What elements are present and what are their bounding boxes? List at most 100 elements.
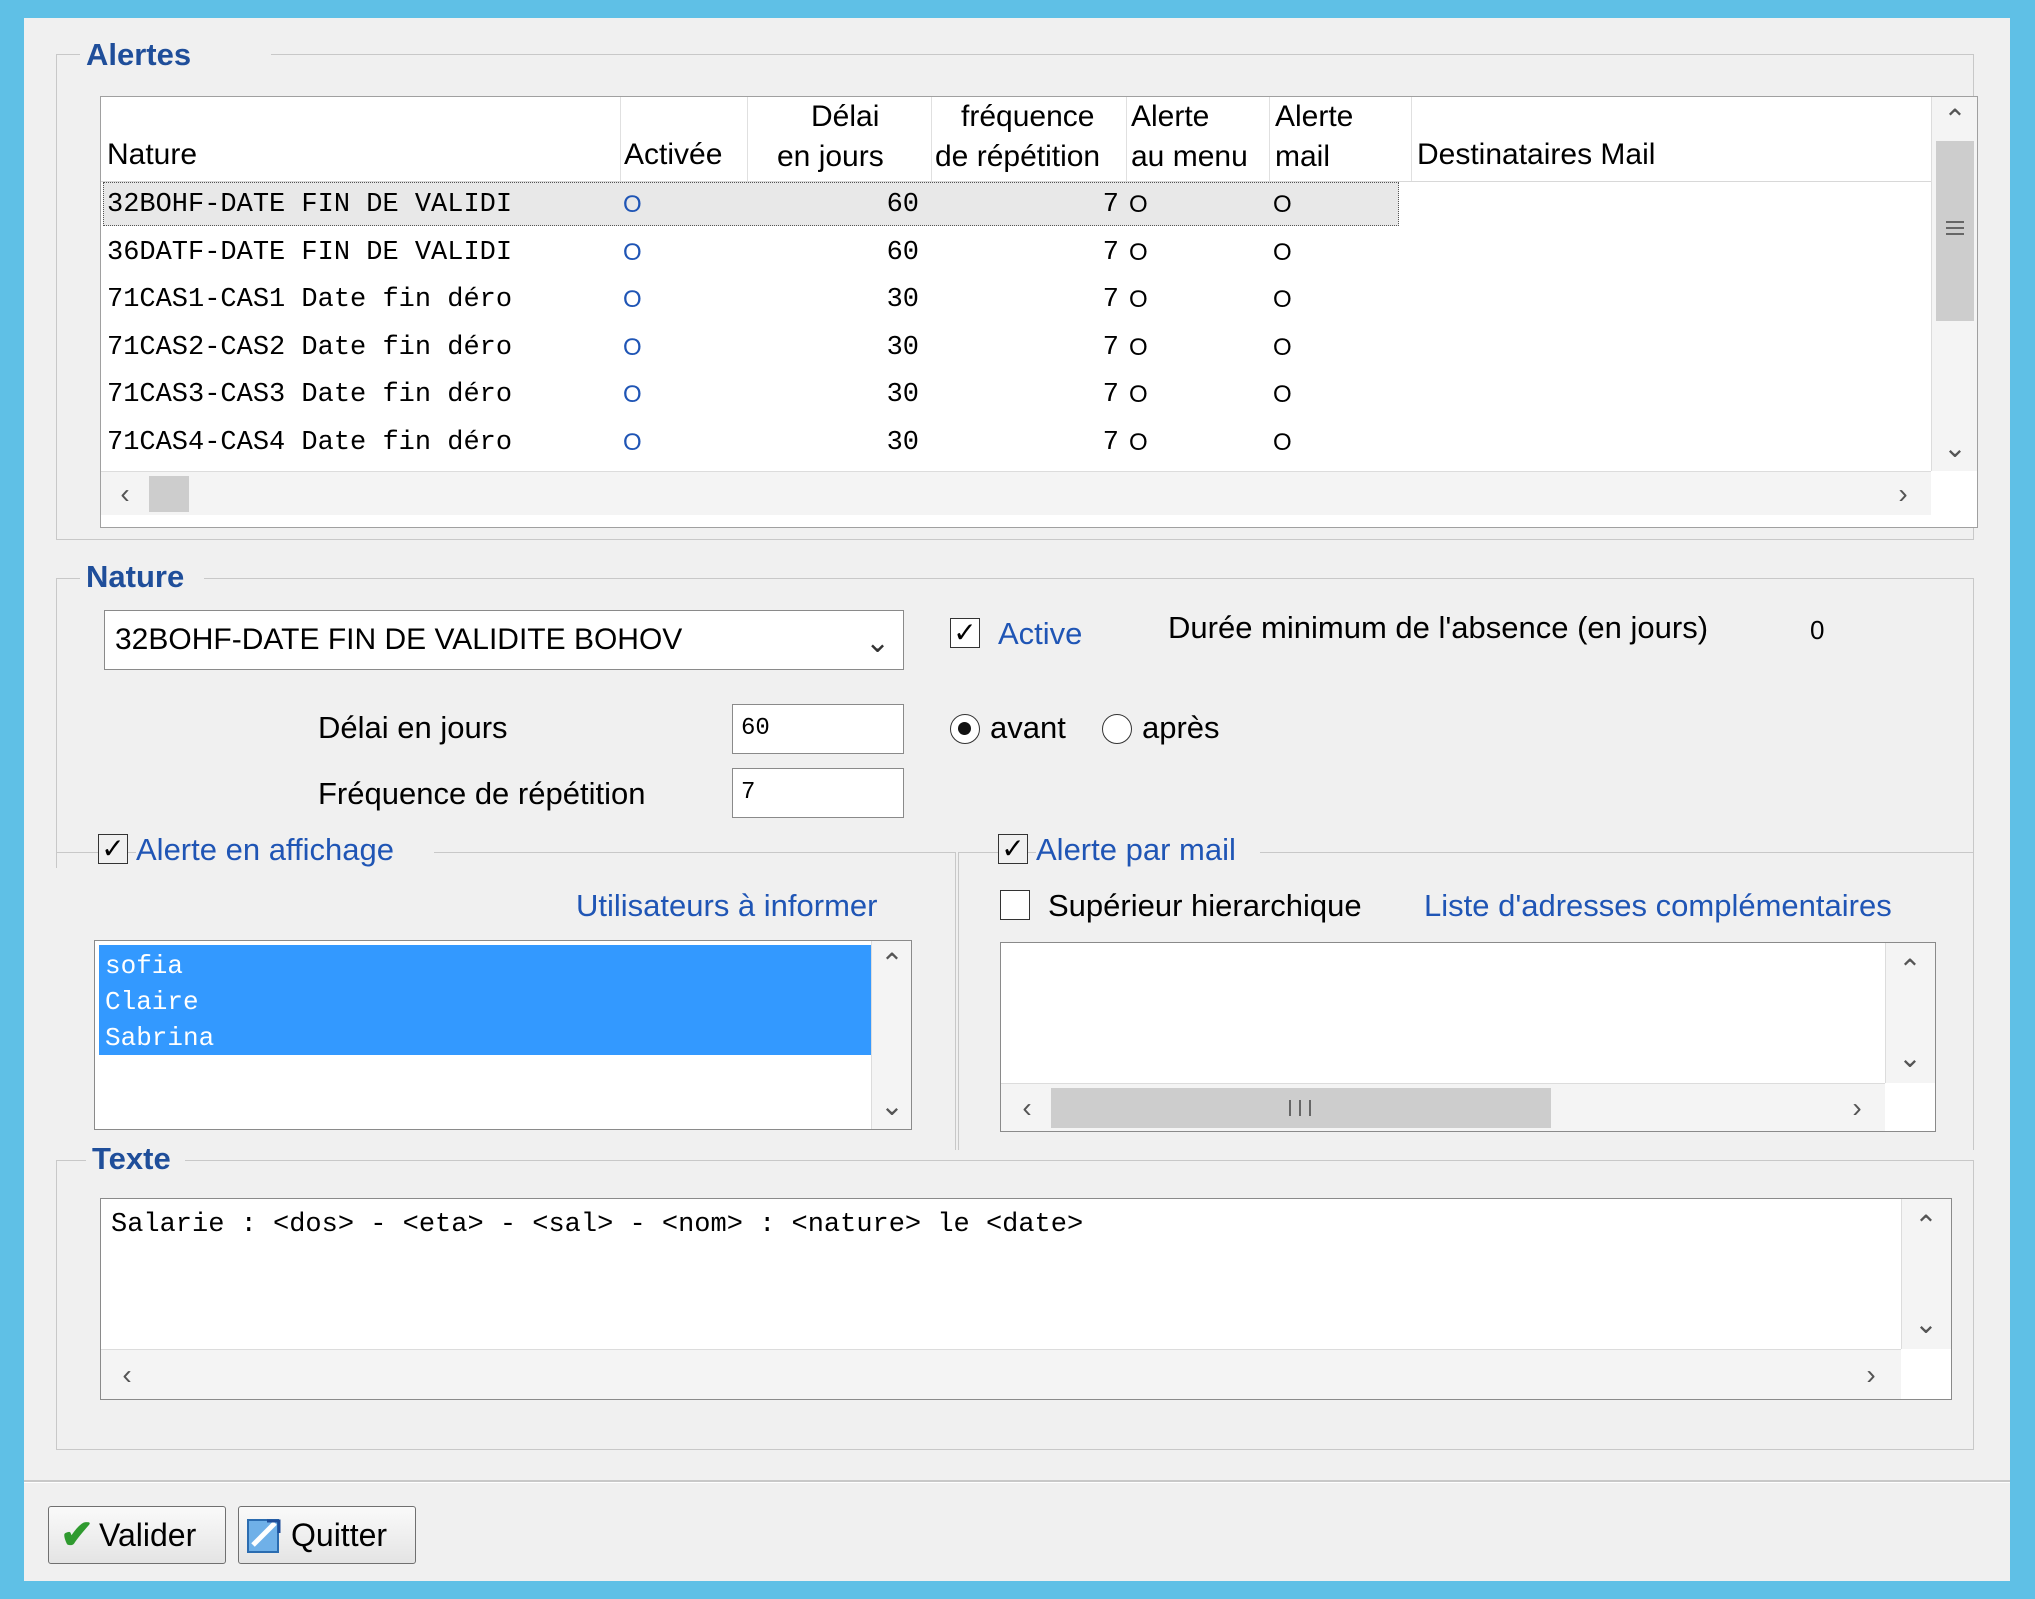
active-checkbox[interactable]: ✓ <box>950 618 980 648</box>
cell-mail: O <box>1273 238 1292 266</box>
cell-nature: 32BOHF-DATE FIN DE VALIDI <box>107 190 513 220</box>
table-header: Nature Activée Délai en jours fréquence … <box>101 97 1931 182</box>
table-body: 32BOHF-DATE FIN DE VALIDI O 60 7 O O 36DATF-DA… <box>101 181 1931 471</box>
texte-area[interactable]: Salarie : <dos> - <eta> - <sal> - <nom> … <box>100 1198 1952 1400</box>
table-row[interactable]: 71CAS2-CAS2 Date fin déro O 30 7 O O <box>101 324 1401 372</box>
scroll-down-icon[interactable]: ⌄ <box>1890 1037 1930 1077</box>
scroll-up-icon[interactable]: ⌃ <box>872 943 912 983</box>
scroll-down-icon[interactable]: ⌄ <box>1906 1303 1946 1343</box>
col-activee[interactable]: Activée <box>624 139 722 171</box>
texte-legend: Texte <box>86 1142 185 1176</box>
cell-mail: O <box>1273 286 1292 313</box>
cell-freq: 7 <box>1102 237 1119 268</box>
freq-input-value: 7 <box>741 779 756 806</box>
col-mail-1[interactable]: Alerte <box>1275 101 1353 133</box>
users-title: Utilisateurs à informer <box>576 888 878 923</box>
scroll-up-icon[interactable]: ⌃ <box>1935 99 1975 139</box>
delai-label: Délai en jours <box>318 710 508 745</box>
table-row[interactable]: 32BOHF-DATE FIN DE VALIDI O 60 7 O O <box>101 181 1401 229</box>
cell-delai: 30 <box>886 285 919 315</box>
cell-nature: 71CAS4-CAS4 Date fin déro <box>107 427 513 458</box>
cell-nature: 71CAS3-CAS3 Date fin déro <box>107 380 513 410</box>
cell-nature: 71CAS2-CAS2 Date fin déro <box>107 332 513 363</box>
nature-select[interactable]: 32BOHF-DATE FIN DE VALIDITE BOHOV ⌄ <box>104 610 904 670</box>
cell-freq: 7 <box>1102 332 1119 363</box>
cell-nature: 71CAS1-CAS1 Date fin déro <box>107 285 513 315</box>
duree-label: Durée minimum de l'absence (en jours) <box>1168 610 1709 645</box>
scroll-left-icon[interactable]: ‹ <box>107 1355 147 1395</box>
cell-activee: O <box>623 191 642 218</box>
avant-label: avant <box>990 710 1066 745</box>
cell-activee: O <box>623 428 642 456</box>
table-row[interactable]: 71CAS3-CAS3 Date fin déro O 30 7 O O <box>101 371 1401 419</box>
cell-activee: O <box>623 238 642 266</box>
scroll-up-icon[interactable]: ⌃ <box>1890 949 1930 989</box>
scroll-down-icon[interactable]: ⌄ <box>1935 427 1975 467</box>
adresses-hscrollbar[interactable]: ‹ › <box>1001 1083 1885 1131</box>
adresses-list[interactable]: ⌃ ⌄ ‹ › <box>1000 942 1936 1132</box>
scroll-down-icon[interactable]: ⌄ <box>872 1085 912 1125</box>
scroll-right-icon[interactable]: › <box>1851 1355 1891 1395</box>
hscroll-thumb[interactable] <box>149 476 189 512</box>
col-delai-1[interactable]: Délai <box>811 101 879 133</box>
table-row[interactable]: 71CAS4-CAS4 Date fin déro O 30 7 O O <box>101 419 1401 467</box>
freq-label: Fréquence de répétition <box>318 776 646 811</box>
alertes-legend: Alertes <box>80 38 272 72</box>
scroll-left-icon[interactable]: ‹ <box>1007 1088 1047 1128</box>
valider-label: Valider <box>99 1516 197 1553</box>
cell-freq: 7 <box>1102 380 1119 410</box>
user-list-item[interactable]: sofia <box>105 949 183 983</box>
texte-hscrollbar[interactable]: ‹ › <box>101 1349 1901 1399</box>
cell-mail: O <box>1273 333 1292 361</box>
grip-icon <box>1289 1100 1311 1116</box>
cell-menu: O <box>1129 286 1148 313</box>
cell-delai: 30 <box>886 380 919 410</box>
freq-input[interactable]: 7 <box>732 768 904 818</box>
cell-activee: O <box>623 286 642 313</box>
affichage-checkbox[interactable]: ✓ <box>98 834 128 864</box>
cell-delai: 30 <box>886 427 919 458</box>
cell-menu: O <box>1129 333 1148 361</box>
apres-radio[interactable] <box>1102 714 1132 744</box>
quitter-button[interactable]: Quitter <box>238 1506 416 1564</box>
nature-select-value: 32BOHF-DATE FIN DE VALIDITE BOHOV <box>115 623 683 656</box>
cell-mail: O <box>1273 428 1292 456</box>
mail-checkbox[interactable]: ✓ <box>998 834 1028 864</box>
texte-content: Salarie : <dos> - <eta> - <sal> - <nom> … <box>111 1210 1084 1240</box>
scroll-left-icon[interactable]: ‹ <box>105 474 145 514</box>
avant-radio[interactable] <box>950 714 980 744</box>
dialog-window: Alertes Nature Activée Délai en jours fr… <box>24 18 2010 1581</box>
superieur-checkbox[interactable] <box>1000 890 1030 920</box>
cell-menu: O <box>1129 191 1148 218</box>
cell-nature: 36DATF-DATE FIN DE VALIDI <box>107 237 513 268</box>
table-row[interactable]: 71CAS1-CAS1 Date fin déro O 30 7 O O <box>101 276 1401 324</box>
table-hscrollbar[interactable]: ‹ › <box>101 471 1931 515</box>
col-menu-1[interactable]: Alerte <box>1131 101 1209 133</box>
col-freq-1[interactable]: fréquence <box>961 101 1094 133</box>
table-rows: 32BOHF-DATE FIN DE VALIDI O 60 7 O O 36DATF-DA… <box>101 181 1411 471</box>
table-vscrollbar[interactable]: ⌃ ⌄ <box>1931 97 1977 471</box>
users-vscrollbar[interactable]: ⌃ ⌄ <box>871 941 911 1129</box>
cell-freq: 7 <box>1102 285 1119 315</box>
grip-icon <box>1946 221 1964 235</box>
col-destinataires[interactable]: Destinataires Mail <box>1417 139 1655 171</box>
checkmark-icon: ✔ <box>60 1513 94 1557</box>
delai-input-value: 60 <box>741 715 770 742</box>
scroll-right-icon[interactable]: › <box>1883 474 1923 514</box>
cell-mail: O <box>1273 191 1292 218</box>
texte-vscrollbar[interactable]: ⌃ ⌄ <box>1901 1199 1951 1349</box>
cell-delai: 60 <box>886 190 919 220</box>
table-row[interactable]: 36DATF-DATE FIN DE VALIDI O 60 7 O O <box>101 229 1401 277</box>
scroll-right-icon[interactable]: › <box>1837 1088 1877 1128</box>
adresses-vscrollbar[interactable]: ⌃ ⌄ <box>1885 943 1935 1083</box>
col-mail-2: mail <box>1275 140 1331 173</box>
users-list[interactable]: sofia Claire Sabrina ⌃ ⌄ <box>94 940 912 1130</box>
col-freq-2: de répétition <box>935 140 1101 173</box>
valider-button[interactable]: ✔ Valider <box>48 1506 226 1564</box>
users-list-items: sofia Claire Sabrina <box>99 945 871 1055</box>
user-list-item[interactable]: Sabrina <box>105 1021 214 1055</box>
user-list-item[interactable]: Claire <box>105 985 199 1019</box>
delai-input[interactable]: 60 <box>732 704 904 754</box>
col-nature[interactable]: Nature <box>107 139 197 171</box>
scroll-up-icon[interactable]: ⌃ <box>1906 1205 1946 1245</box>
